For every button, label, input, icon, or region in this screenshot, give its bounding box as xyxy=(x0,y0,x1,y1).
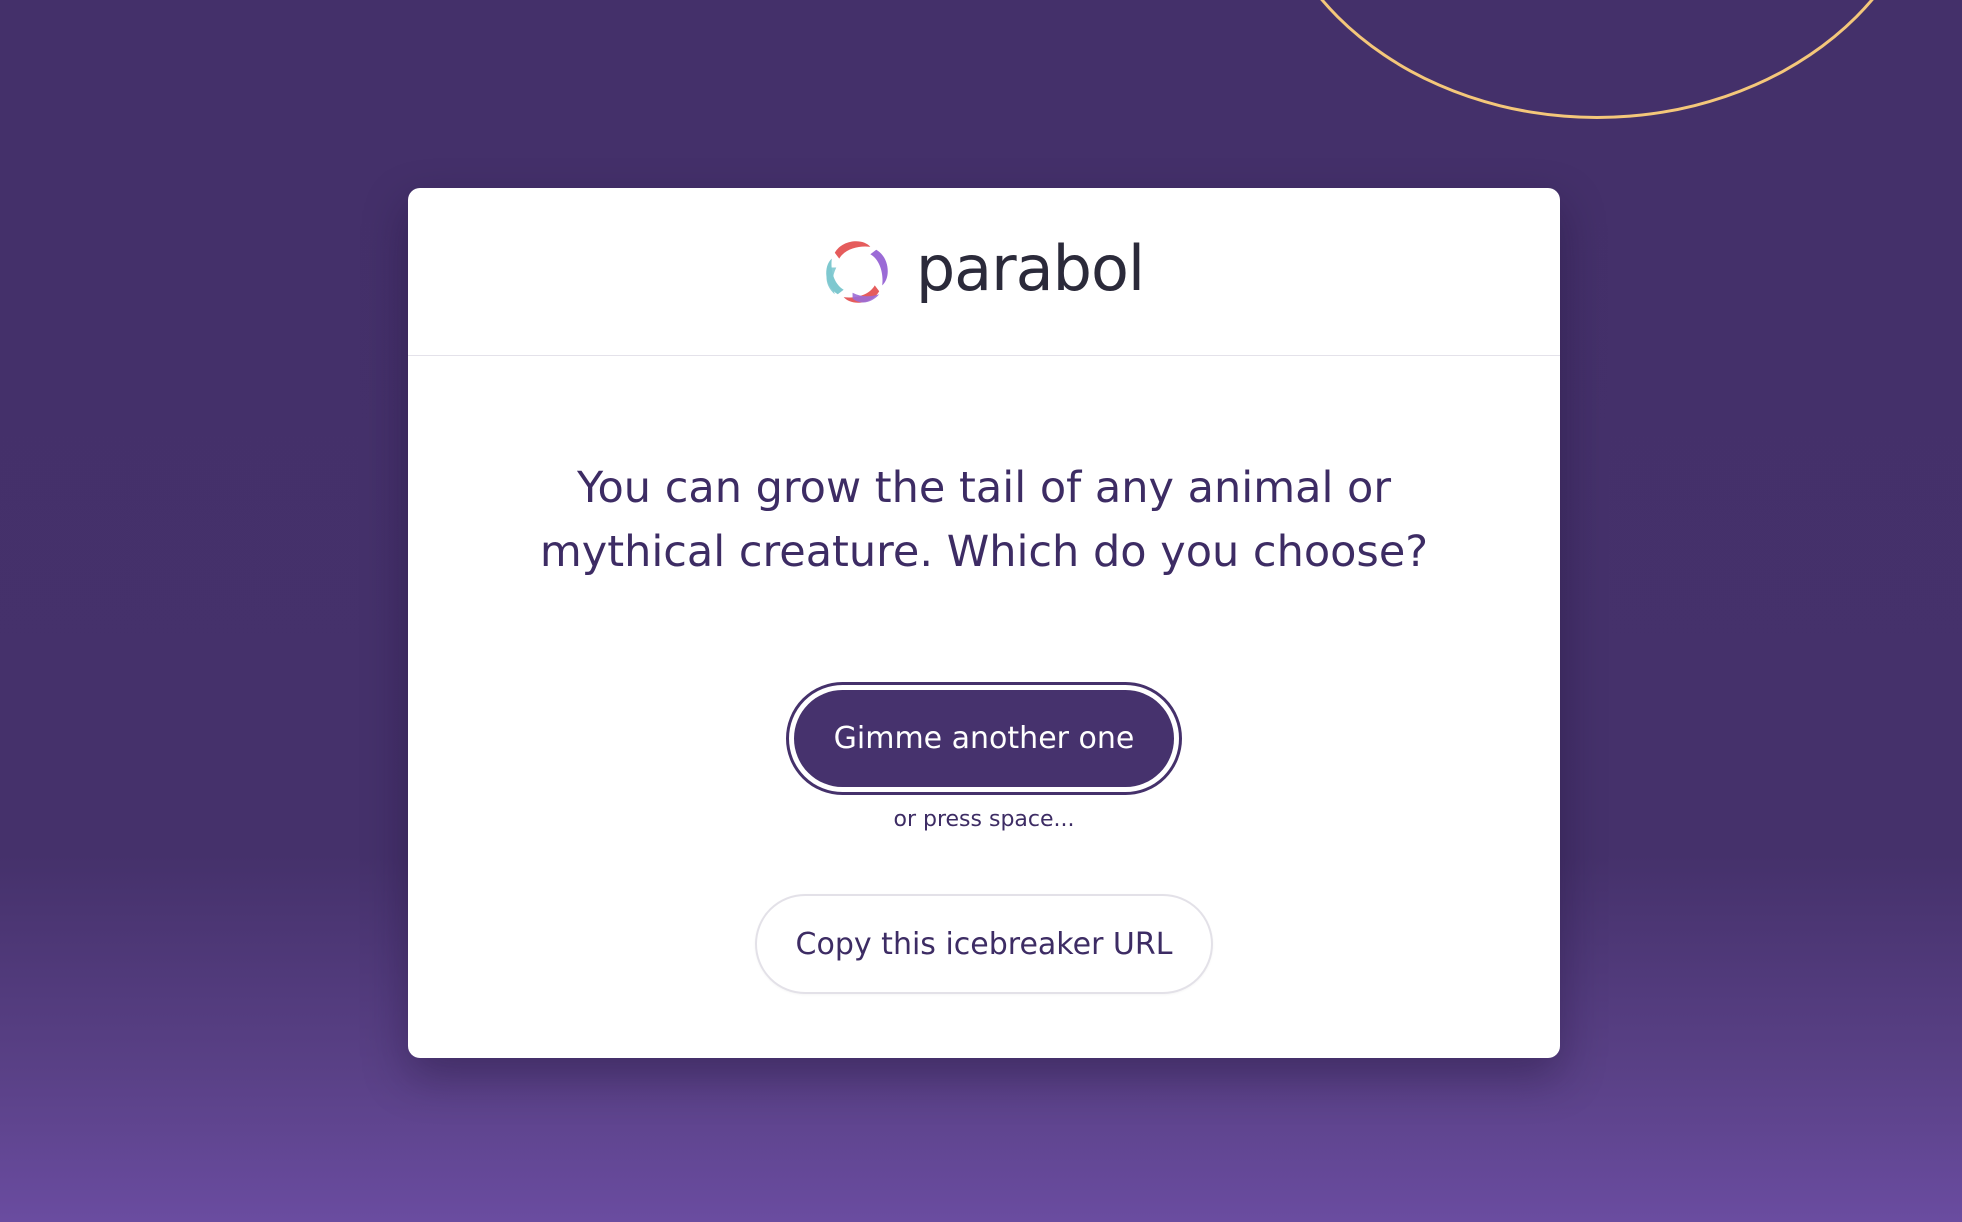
decorative-arc xyxy=(1260,0,1934,119)
keyboard-hint: or press space... xyxy=(893,807,1075,832)
next-button-focus-ring: Gimme another one xyxy=(786,682,1182,795)
card-body: You can grow the tail of any animal or m… xyxy=(408,356,1560,994)
card-header: parabol xyxy=(408,188,1560,356)
icebreaker-card: parabol You can grow the tail of any ani… xyxy=(408,188,1560,1058)
icebreaker-prompt: You can grow the tail of any animal or m… xyxy=(539,463,1429,577)
copy-url-button[interactable]: Copy this icebreaker URL xyxy=(755,894,1213,994)
brand-name: parabol xyxy=(915,231,1145,305)
brand[interactable]: parabol xyxy=(820,231,1145,309)
parabol-logo-icon xyxy=(826,240,888,303)
next-icebreaker-button[interactable]: Gimme another one xyxy=(794,690,1174,787)
